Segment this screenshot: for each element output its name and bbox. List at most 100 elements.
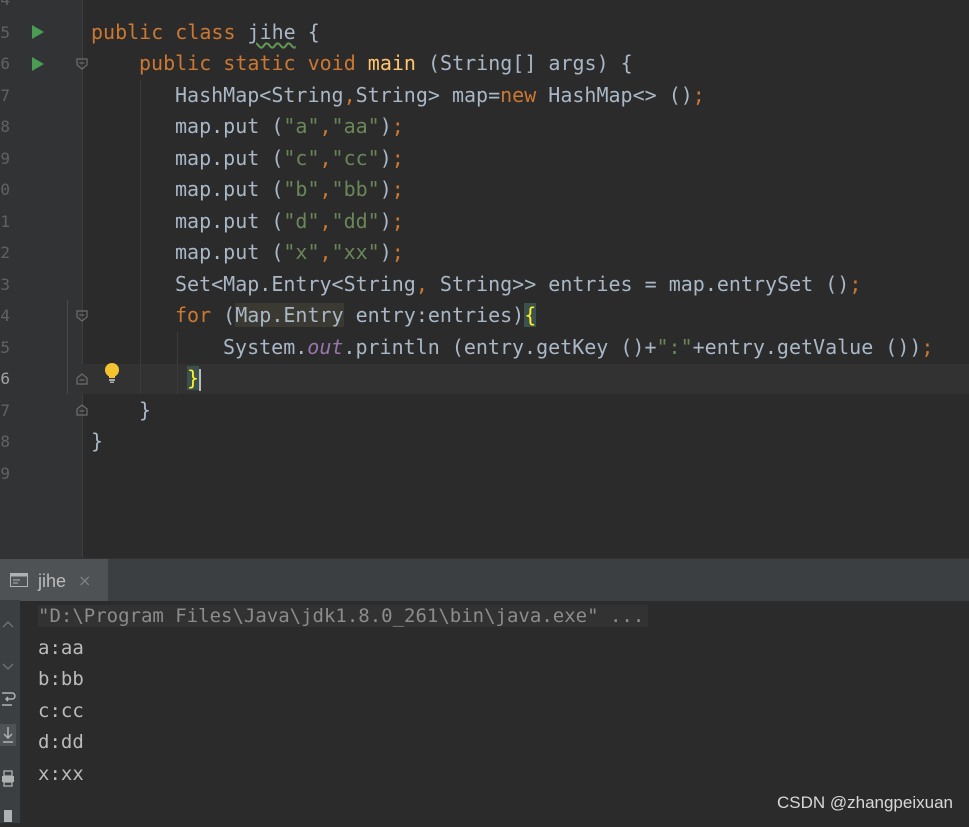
line-number-current: 6	[0, 369, 10, 388]
punctuation: ,	[343, 83, 356, 107]
string: "b"	[283, 177, 320, 201]
trash-icon[interactable]	[0, 805, 16, 827]
code-text: )	[379, 177, 392, 201]
string: "c"	[283, 146, 320, 170]
indent-guide	[177, 332, 178, 394]
console-command-line: "D:\Program Files\Java\jdk1.8.0_261\bin\…	[38, 601, 649, 632]
string: "a"	[283, 114, 320, 138]
line-number: 2	[0, 243, 10, 262]
punctuation: ;	[391, 177, 404, 201]
code-text: {	[295, 20, 320, 44]
line-number: 7	[0, 86, 10, 105]
code-line[interactable]: map.put ("c","cc");	[175, 143, 404, 174]
code-line[interactable]: HashMap<String,String> map=new HashMap<>…	[175, 80, 705, 111]
punctuation: ;	[921, 335, 934, 359]
code-text: +entry.getValue ())	[692, 335, 922, 359]
code-text: HashMap<> ()	[536, 83, 693, 107]
code-text: (String[] args) {	[415, 51, 633, 75]
run-main-icon[interactable]	[32, 57, 44, 71]
unfold-icon[interactable]	[76, 373, 88, 385]
line-number: 8	[0, 117, 10, 136]
console-output-line: x:xx	[38, 763, 84, 785]
code-line[interactable]: public class jihe {	[91, 17, 320, 48]
print-icon[interactable]	[0, 768, 16, 790]
line-number: 9	[0, 464, 10, 483]
punctuation: ,	[319, 146, 332, 170]
console-output-line: b:bb	[38, 668, 84, 690]
string: "dd"	[331, 209, 380, 233]
run-class-icon[interactable]	[32, 25, 44, 39]
code-text: (	[211, 303, 236, 327]
run-tab-jihe[interactable]: jihe ×	[0, 559, 108, 601]
code-line[interactable]: for (Map.Entry entry:entries){	[175, 300, 537, 331]
code-line[interactable]: map.put ("d","dd");	[175, 206, 404, 237]
string: "bb"	[331, 177, 380, 201]
console-output-line: a:aa	[38, 637, 84, 659]
scroll-to-end-icon[interactable]	[0, 724, 16, 746]
code-text: String> map=	[355, 83, 501, 107]
line-number: 9	[0, 149, 10, 168]
line-number: 4	[0, 306, 10, 325]
close-icon[interactable]: ×	[78, 559, 91, 603]
indent-guide	[140, 80, 141, 394]
scroll-down-icon[interactable]	[0, 655, 16, 677]
run-tool-window: jihe × "D:\Program Files\Java\jdk1.8.0_2…	[0, 558, 969, 823]
code-text: String>> entries = map.entrySet ()	[427, 272, 850, 296]
code-text: HashMap<String	[175, 83, 344, 107]
run-tool-header: jihe ×	[0, 558, 969, 601]
line-number: 1	[0, 212, 10, 231]
string: ":"	[656, 335, 693, 359]
code-text: .println (entry.getKey ()+	[343, 335, 657, 359]
code-line[interactable]: public static void main (String[] args) …	[139, 48, 633, 79]
matched-brace: }	[187, 366, 200, 390]
unfold-icon[interactable]	[76, 404, 88, 416]
punctuation: ,	[319, 177, 332, 201]
editor-gutter	[0, 0, 82, 558]
code-text: map.put (	[175, 209, 284, 233]
fold-icon[interactable]	[76, 310, 88, 322]
scroll-up-icon[interactable]	[0, 614, 16, 636]
code-line[interactable]: }	[91, 426, 103, 457]
vcs-change-marker	[67, 300, 68, 394]
line-number: 4	[0, 0, 10, 15]
line-number: 7	[0, 401, 10, 420]
watermark: CSDN @zhangpeixuan	[776, 793, 953, 812]
soft-wrap-icon[interactable]	[0, 688, 16, 710]
console-command: "D:\Program Files\Java\jdk1.8.0_261\bin\…	[38, 605, 649, 627]
keyword: new	[500, 83, 537, 107]
keyword: public class	[91, 20, 248, 44]
line-number: 5	[0, 23, 10, 42]
console-output-line: c:cc	[38, 700, 84, 722]
matched-brace: {	[524, 303, 537, 327]
class-name: jihe	[247, 20, 296, 44]
code-editor[interactable]: 4 5 6 7 8 9 0 1 2 3 4 5 6 7 8 9 public c…	[0, 0, 969, 558]
code-line-current[interactable]: }	[187, 363, 202, 394]
line-number: 5	[0, 338, 10, 357]
code-text: map.put (	[175, 177, 284, 201]
code-line[interactable]: map.put ("b","bb");	[175, 174, 404, 205]
lightbulb-icon[interactable]	[102, 362, 122, 384]
console-output-line: d:dd	[38, 731, 84, 753]
punctuation: ;	[692, 83, 705, 107]
code-line[interactable]: Set<Map.Entry<String, String>> entries =…	[175, 269, 861, 300]
punctuation: ;	[391, 146, 404, 170]
string: "cc"	[331, 146, 380, 170]
code-line[interactable]: System.out.println (entry.getKey ()+":"+…	[223, 332, 933, 363]
punctuation: ,	[319, 209, 332, 233]
line-number: 6	[0, 54, 10, 73]
run-tab-label: jihe	[38, 571, 67, 591]
code-line[interactable]: map.put ("a","aa");	[175, 111, 404, 142]
code-line[interactable]: map.put ("x","xx");	[175, 237, 404, 268]
punctuation: ,	[415, 272, 428, 296]
punctuation: ;	[391, 209, 404, 233]
string: "xx"	[331, 240, 380, 264]
code-line[interactable]: }	[139, 395, 151, 426]
punctuation: ,	[319, 240, 332, 264]
gutter-separator	[82, 0, 83, 558]
highlighted-type: Map.Entry	[235, 303, 344, 327]
punctuation: ;	[391, 240, 404, 264]
static-field: out	[307, 335, 344, 359]
console-icon	[10, 573, 28, 587]
fold-icon[interactable]	[76, 58, 88, 70]
punctuation: ;	[391, 114, 404, 138]
